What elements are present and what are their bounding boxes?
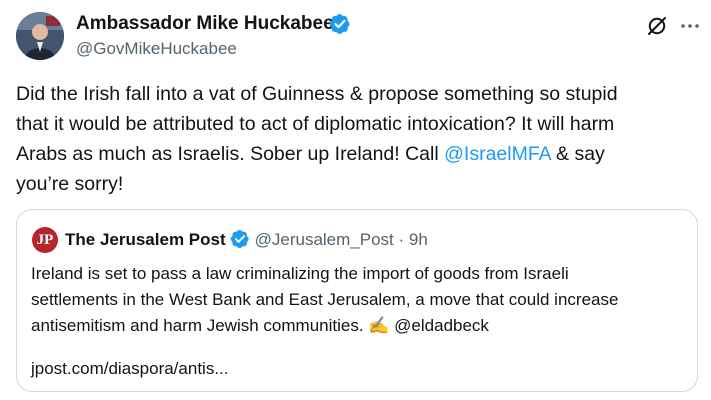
- quoted-author-name[interactable]: The Jerusalem Post: [65, 230, 226, 249]
- avatar[interactable]: [16, 12, 64, 60]
- more-icon[interactable]: [678, 14, 702, 38]
- tweet-text: Did the Irish fall into a vat of Guinnes…: [16, 79, 700, 199]
- quoted-author-handle[interactable]: @Jerusalem_Post: [255, 230, 394, 249]
- mention-link[interactable]: @IsraelMFA: [444, 143, 551, 165]
- quoted-link-text: jpost.com/diaspora/antis...: [31, 359, 229, 378]
- separator-dot: ·: [393, 230, 409, 249]
- quoted-text-line: settlements in the West Bank and East Je…: [31, 290, 619, 309]
- jerusalem-post-logo-icon: JP: [32, 227, 58, 253]
- quoted-text-line: antisemitism and harm Jewish communities…: [31, 316, 489, 335]
- author-handle[interactable]: @GovMikeHuckabee: [76, 38, 237, 60]
- tweet-text-line: Arabs as much as Israelis. Sober up Irel…: [16, 139, 700, 169]
- quoted-tweet-header: The Jerusalem Post @Jerusalem_Post · 9h: [65, 228, 428, 252]
- author-name[interactable]: Ambassador Mike Huckabee: [76, 12, 334, 36]
- tweet-text-line: Did the Irish fall into a vat of Guinnes…: [16, 83, 618, 105]
- verified-badge-icon: [230, 230, 249, 248]
- quoted-tweet-text: Ireland is set to pass a law criminalizi…: [31, 261, 618, 339]
- grok-icon[interactable]: [645, 14, 669, 38]
- quoted-timestamp[interactable]: 9h: [409, 230, 428, 249]
- quoted-text-line: Ireland is set to pass a law criminalizi…: [31, 264, 569, 283]
- verified-badge-icon: [329, 14, 350, 34]
- quoted-tweet-card[interactable]: JP The Jerusalem Post @Jerusalem_Post · …: [16, 209, 698, 392]
- tweet-text-segment: Arabs as much as Israelis. Sober up Irel…: [16, 143, 445, 165]
- tweet-text-line: you’re sorry!: [16, 173, 124, 195]
- tweet-text-line: that it would be attributed to act of di…: [16, 113, 615, 135]
- tweet-text-segment: & say: [550, 143, 605, 165]
